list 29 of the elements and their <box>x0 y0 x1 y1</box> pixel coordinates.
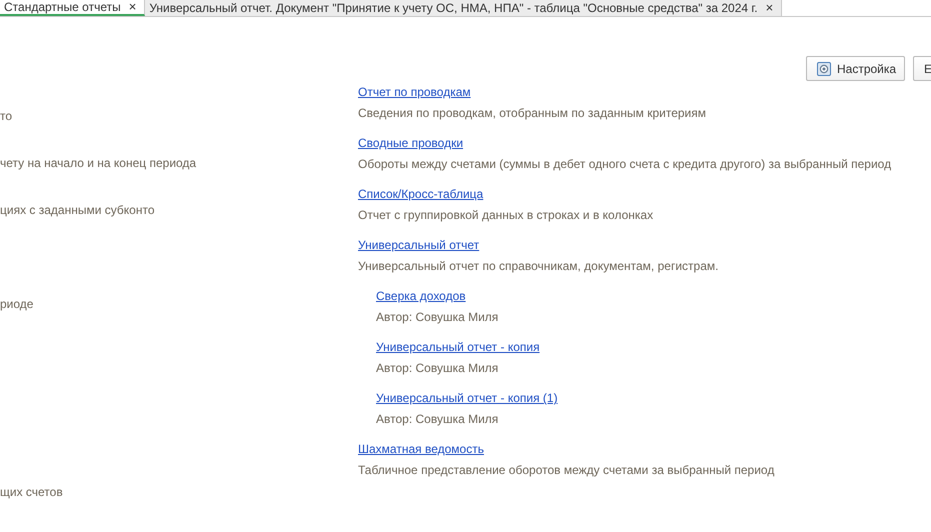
report-description: Табличное представление оборотов между счетами за выбранный период <box>358 463 774 478</box>
settings-button[interactable]: Настройка <box>806 56 905 81</box>
report-description: риоде <box>0 296 34 312</box>
report-description: щих счетов <box>0 484 63 500</box>
report-description: циях с заданными субконто <box>0 202 154 218</box>
report-description: Обороты между счетами (суммы в дебет одного счета с кредита другого) за выбранный период <box>358 157 892 172</box>
settings-icon <box>817 62 831 76</box>
report-link[interactable]: Универсальный отчет <box>358 238 480 253</box>
tab-label: Универсальный отчет. Документ "Принятие к учету ОС, НМА, НПА" - таблица "Основные средства" за 2024 г. <box>149 0 758 16</box>
author-text: Автор: Совушка Миля <box>376 361 498 376</box>
report-link[interactable]: Сводные проводки <box>358 136 464 151</box>
report-link[interactable]: Универсальный отчет - копия (1) <box>376 391 558 406</box>
report-description: Сведения по проводкам, отобранным по заданным критериям <box>358 106 706 121</box>
report-description: Отчет с группировкой данных в строках и в колонках <box>358 208 654 223</box>
report-link[interactable]: Универсальный отчет - копия <box>376 340 540 355</box>
tab[interactable]: Универсальный отчет. Документ "Принятие к учету ОС, НМА, НПА" - таблица "Основные средства" за 2024 г. × <box>145 0 782 16</box>
report-description: Универсальный отчет по справочникам, документам, регистрам. <box>358 259 718 274</box>
author-text: Автор: Совушка Миля <box>376 412 498 427</box>
tab-label: Стандартные отчеты <box>4 0 121 15</box>
tab[interactable]: Стандартные отчеты × <box>0 0 146 16</box>
author-text: Автор: Совушка Миля <box>376 310 498 325</box>
report-link[interactable]: Сверка доходов <box>376 289 466 304</box>
close-icon[interactable]: × <box>128 0 136 15</box>
report-link[interactable]: Шахматная ведомость <box>358 442 484 457</box>
report-link[interactable]: Отчет по проводкам <box>358 85 471 100</box>
report-description: то <box>0 108 12 124</box>
close-icon[interactable]: × <box>766 0 774 16</box>
report-description: чету на начало и на конец периода <box>0 155 196 171</box>
report-link[interactable]: Список/Кросс-таблица <box>358 187 484 202</box>
